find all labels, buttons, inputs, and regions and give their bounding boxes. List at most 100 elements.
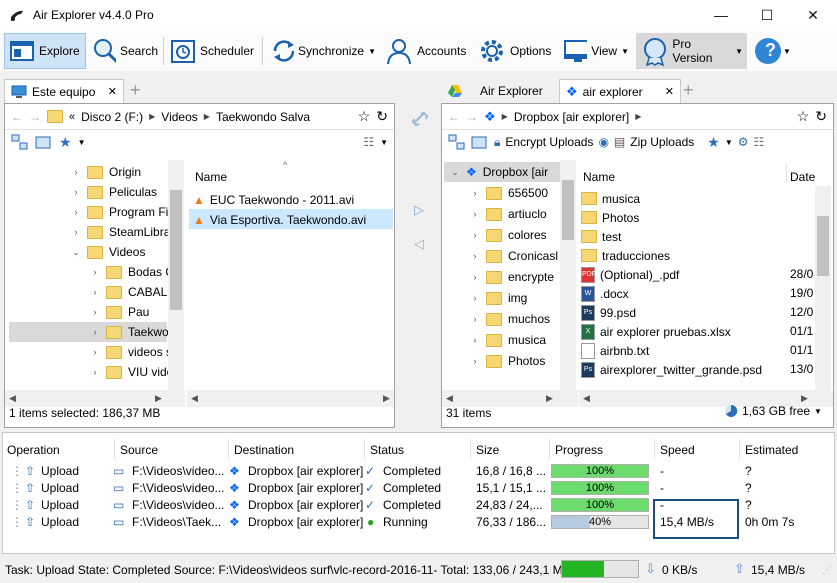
zip-uploads-toggle[interactable]: Zip Uploads — [630, 135, 694, 149]
refresh-icon[interactable]: ↻ — [815, 108, 827, 125]
new-folder-icon[interactable] — [471, 134, 489, 150]
forward-arrow-icon[interactable]: → — [29, 110, 41, 124]
view-button[interactable]: View ▼ — [559, 33, 633, 69]
view-mode-icon[interactable]: ☷ — [754, 135, 765, 149]
tab-este-equipo[interactable]: Este equipo ✕ — [4, 79, 124, 103]
file-item-selected[interactable]: ▲ Via Esportiva. Taekwondo.avi — [193, 210, 366, 229]
close-tab-icon[interactable]: ✕ — [665, 85, 674, 98]
close-tab-icon[interactable]: ✕ — [108, 85, 117, 98]
scrollbar-thumb[interactable] — [170, 190, 182, 310]
star-icon[interactable]: ☆ — [358, 108, 371, 125]
file-item[interactable]: traducciones — [581, 246, 670, 265]
files-hscrollbar[interactable]: ◀ ▶ — [187, 390, 394, 407]
column-header-name[interactable]: Name — [583, 170, 615, 184]
column-header[interactable]: Source — [120, 443, 158, 457]
settings-icon[interactable]: ⚙ — [738, 135, 749, 149]
tree-item[interactable]: › CABALL — [90, 282, 175, 302]
copy-right-arrow-icon[interactable]: ▷ — [414, 202, 424, 218]
encrypt-uploads-toggle[interactable]: Encrypt Uploads — [505, 135, 593, 149]
breadcrumb-item[interactable]: Disco 2 (F:) — [81, 110, 143, 124]
resize-grip-icon[interactable]: ⋰ — [822, 565, 832, 576]
transfer-row[interactable]: ⋮ ⇧ Upload ▭ F:\Videos\video... ❖ Dropbo… — [3, 480, 834, 497]
scrollbar-thumb[interactable] — [817, 216, 829, 276]
tree-item[interactable]: › VIU vide — [90, 362, 174, 382]
tree-view-icon[interactable] — [448, 134, 466, 150]
column-header[interactable]: Destination — [234, 443, 294, 457]
tree-hscrollbar[interactable]: ◀ ▶ — [442, 390, 578, 407]
tab-air-explorer-dropbox[interactable]: ❖ air explorer ✕ — [559, 79, 681, 103]
column-header[interactable]: Operation — [7, 443, 60, 457]
file-item[interactable]: Photos — [581, 208, 639, 227]
tree-item[interactable]: › Cronicasl — [470, 246, 559, 266]
free-space-dropdown-icon[interactable]: ▼ — [814, 407, 822, 416]
refresh-icon[interactable]: ↻ — [376, 108, 388, 125]
favorites-dropdown-icon[interactable]: ▼ — [725, 138, 733, 147]
column-header-name[interactable]: Name — [195, 170, 227, 184]
file-item[interactable]: musica — [581, 189, 640, 208]
file-item[interactable]: Ps airexplorer_twitter_grande.psd — [581, 360, 762, 379]
column-header[interactable]: Estimated — [745, 443, 798, 457]
tree-item[interactable]: › 656500 — [470, 183, 549, 203]
add-tab-icon[interactable]: + — [130, 80, 141, 101]
pro-version-dropdown-icon[interactable]: ▼ — [735, 47, 743, 56]
explore-button[interactable]: Explore — [4, 33, 86, 69]
tree-item[interactable]: › Peliculas — [71, 182, 158, 202]
tree-item[interactable]: › videos s — [90, 342, 173, 362]
tree-item[interactable]: › muchos — [470, 309, 551, 329]
tree-item[interactable]: › SteamLibra — [71, 222, 171, 242]
column-header[interactable]: Size — [476, 443, 499, 457]
tree-item[interactable]: › artiuclo — [470, 204, 547, 224]
view-mode-dropdown-icon[interactable]: ▼ — [380, 138, 388, 147]
tree-item[interactable]: › Photos — [470, 351, 546, 371]
tree-item[interactable]: › img — [470, 288, 528, 308]
search-button[interactable]: Search — [88, 33, 162, 69]
tree-scrollbar[interactable] — [560, 160, 576, 390]
column-header[interactable]: Speed — [660, 443, 695, 457]
favorites-icon[interactable]: ★ — [59, 134, 72, 151]
tree-item[interactable]: › encrypte — [470, 267, 555, 287]
add-tab-icon[interactable]: + — [683, 80, 694, 101]
star-icon[interactable]: ☆ — [797, 108, 810, 125]
tree-item[interactable]: › Bodas C — [90, 262, 175, 282]
favorites-dropdown-icon[interactable]: ▼ — [78, 138, 86, 147]
free-space-indicator[interactable]: 1,63 GB free ▼ — [724, 404, 822, 418]
scrollbar-thumb[interactable] — [562, 180, 574, 240]
breadcrumb-item[interactable]: Dropbox [air explorer] — [514, 110, 629, 124]
column-header-date[interactable]: Date — [790, 170, 815, 184]
tree-item[interactable]: › Pau — [90, 302, 150, 322]
tab-air-explorer-drive[interactable]: Air Explorer — [441, 79, 553, 103]
tree-hscrollbar[interactable]: ◀ ▶ — [5, 390, 185, 407]
back-arrow-icon[interactable]: ← — [11, 110, 23, 124]
tree-item[interactable]: › musica — [470, 330, 547, 350]
accounts-button[interactable]: Accounts — [381, 33, 473, 69]
pro-version-button[interactable]: Pro Version ▼ — [636, 33, 747, 69]
back-arrow-icon[interactable]: ← — [448, 110, 460, 124]
view-mode-icon[interactable]: ☷ — [363, 135, 374, 149]
tree-item-root[interactable]: ⌄ ❖ Dropbox [air — [450, 162, 548, 182]
scheduler-button[interactable]: Scheduler — [166, 33, 258, 69]
options-button[interactable]: Options — [474, 33, 558, 69]
tree-item[interactable]: ⌄ Videos — [71, 242, 145, 262]
file-item[interactable]: airbnb.txt — [581, 341, 649, 360]
tree-item[interactable]: › Program Fi — [71, 202, 169, 222]
tree-item[interactable]: › Origin — [71, 162, 142, 182]
copy-left-arrow-icon[interactable]: ◁ — [414, 236, 424, 252]
new-folder-icon[interactable] — [35, 134, 53, 150]
file-item[interactable]: Xair explorer pruebas.xlsx — [581, 322, 731, 341]
tree-scrollbar[interactable] — [168, 160, 184, 390]
files-scrollbar[interactable] — [815, 186, 831, 390]
tree-view-icon[interactable] — [11, 134, 29, 150]
synchronize-button[interactable]: Synchronize ▼ — [266, 33, 380, 69]
breadcrumb-item[interactable]: Videos — [161, 110, 197, 124]
minimize-button[interactable]: — — [698, 0, 744, 31]
file-item[interactable]: W .docx — [581, 284, 629, 303]
tree-item[interactable]: › colores — [470, 225, 547, 245]
breadcrumb-item[interactable]: Taekwondo Salva — [216, 110, 310, 124]
synchronize-dropdown-icon[interactable]: ▼ — [368, 47, 376, 56]
column-header[interactable]: Progress — [555, 443, 603, 457]
file-item[interactable]: PDF (Optional)_.pdf — [581, 265, 679, 284]
forward-arrow-icon[interactable]: → — [466, 110, 478, 124]
file-item[interactable]: ▲ EUC Taekwondo - 2011.avi — [193, 190, 354, 209]
file-item[interactable]: test — [581, 227, 621, 246]
maximize-button[interactable]: ☐ — [744, 0, 790, 31]
